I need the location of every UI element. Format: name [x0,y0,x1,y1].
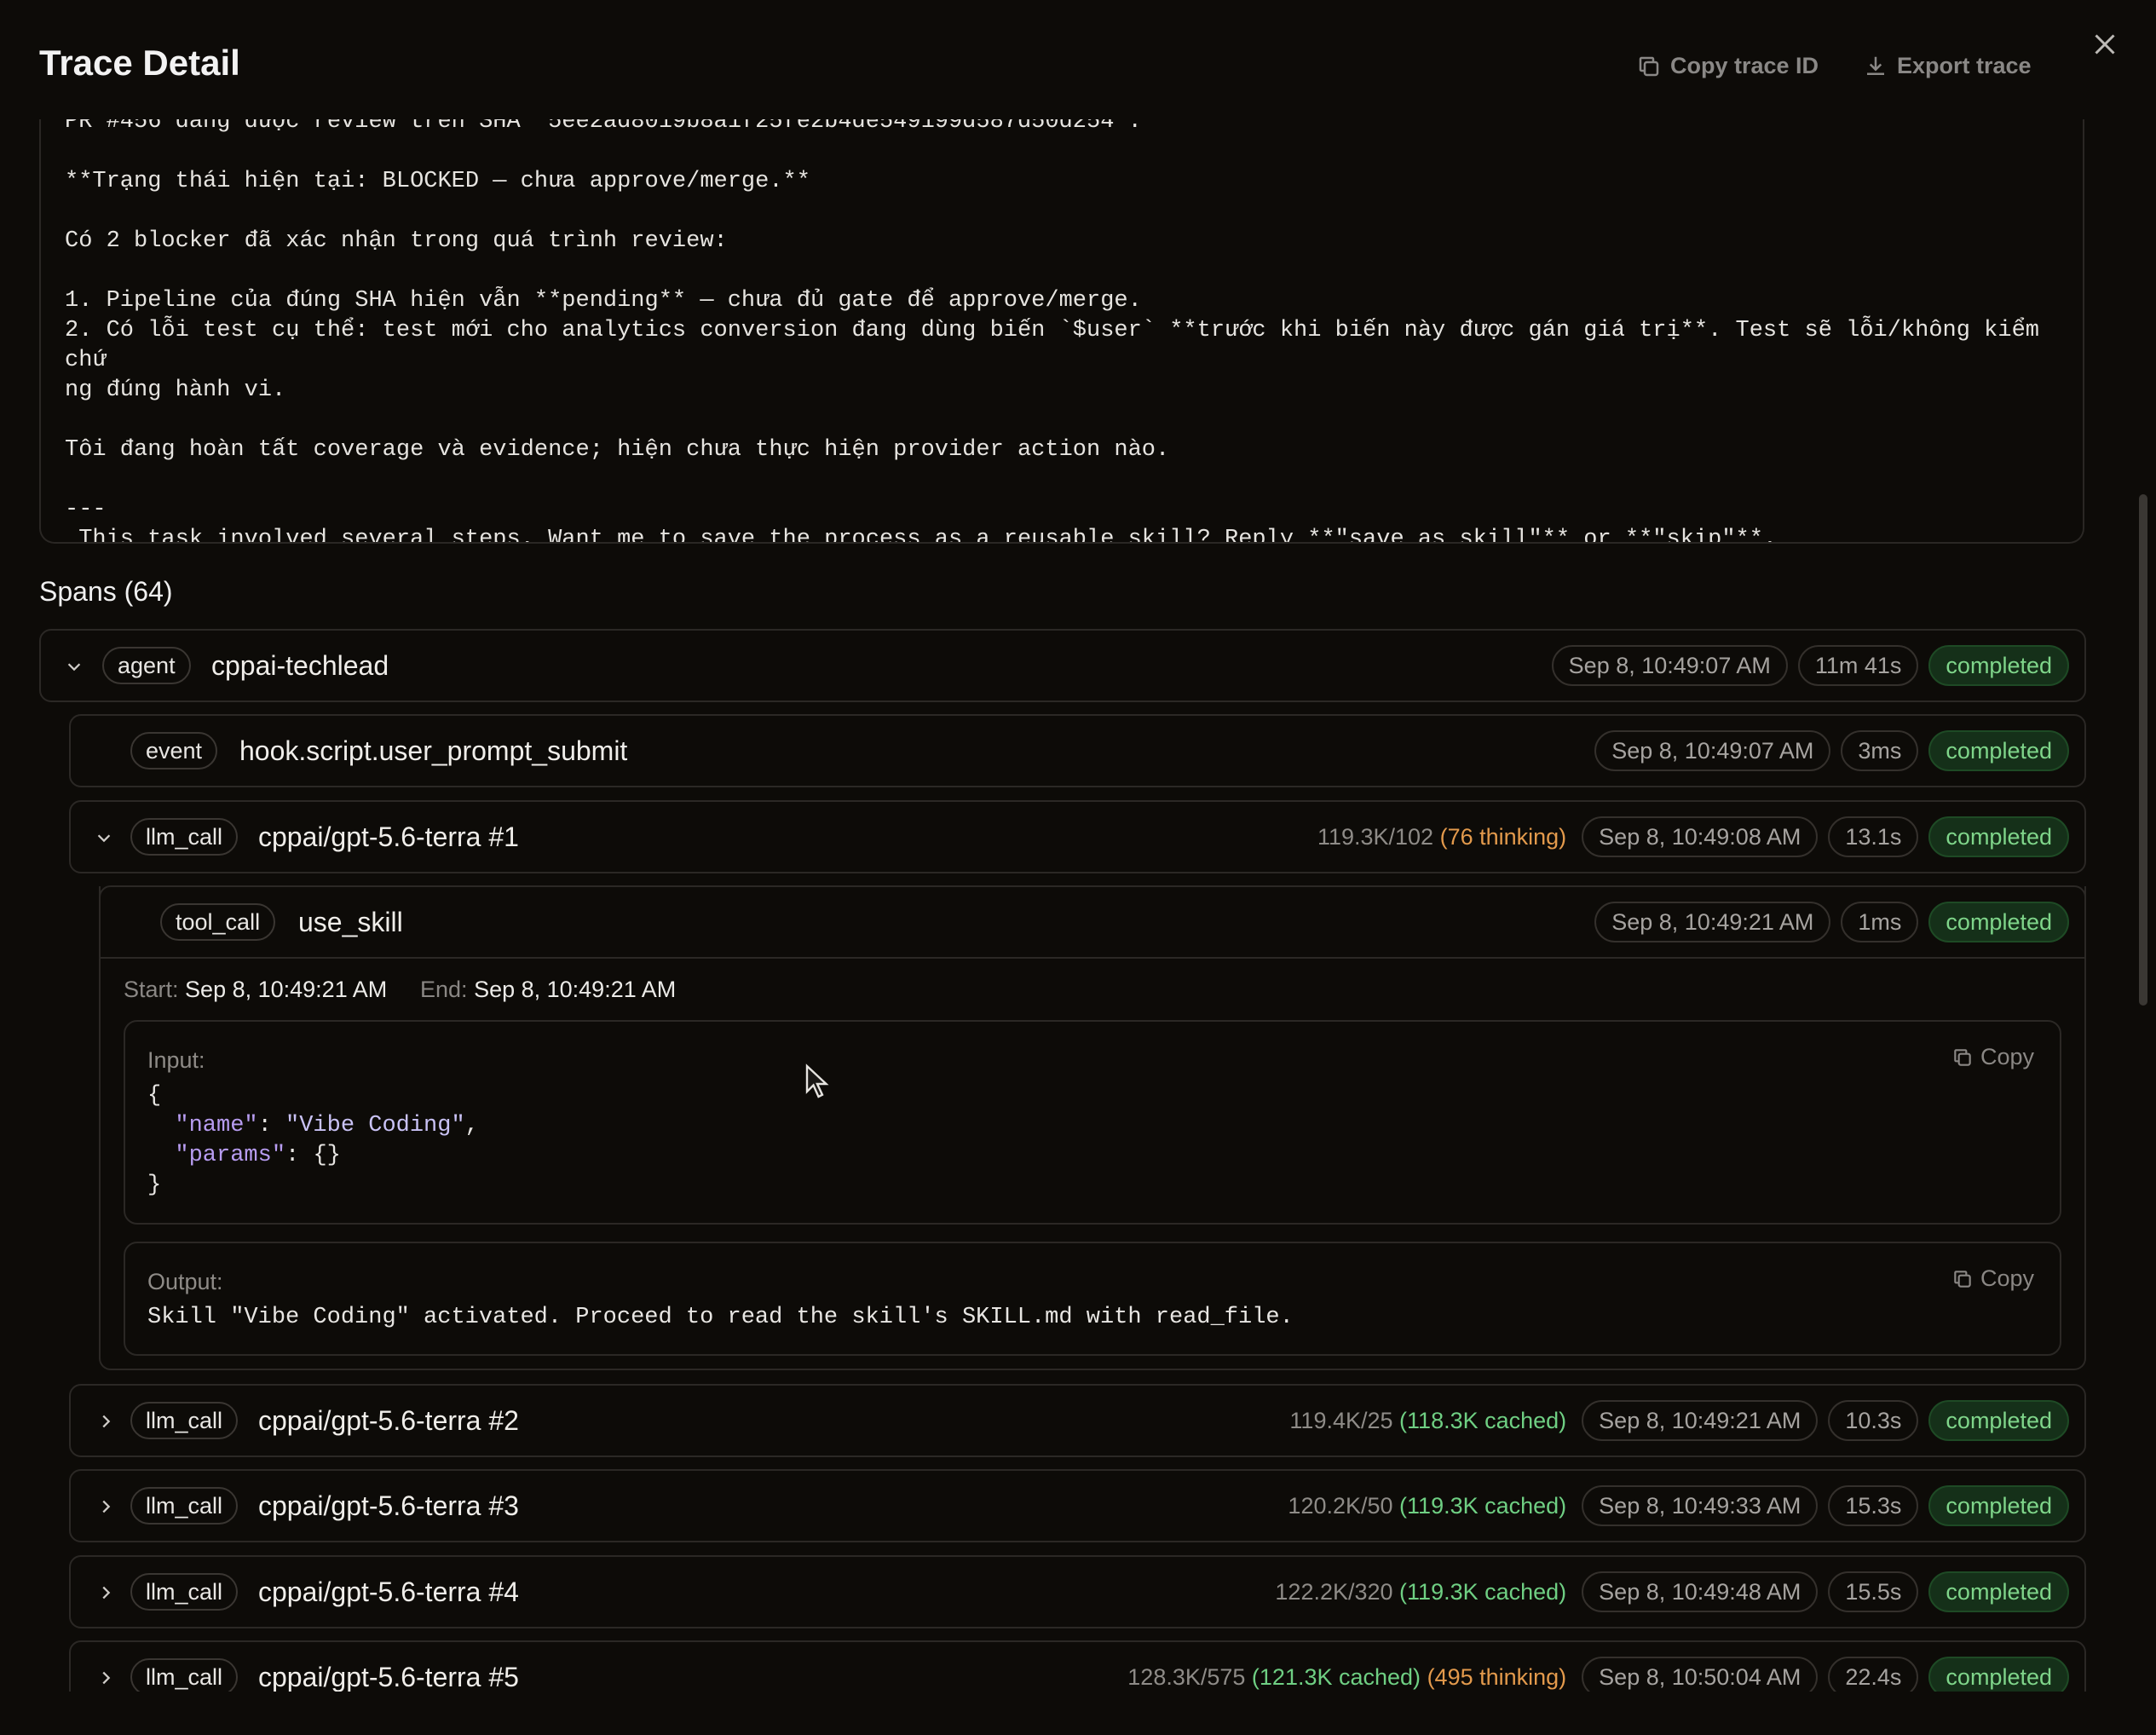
span-row-llm-call-3[interactable]: llm_call cppai/gpt-5.6-terra #3 120.2K/5… [69,1469,2086,1542]
span-name: cppai/gpt-5.6-terra #3 [258,1490,519,1521]
output-label: Output: [147,1269,223,1294]
span-time: Sep 8, 10:49:21 AM [1582,1400,1819,1441]
status-badge: completed [1928,645,2069,686]
status-badge: completed [1928,1571,2069,1612]
span-duration: 11m 41s [1797,645,1919,686]
span-duration: 15.5s [1828,1571,1919,1612]
span-row-agent[interactable]: agent cppai-techlead Sep 8, 10:49:07 AM … [39,629,2086,702]
span-type-badge: llm_call [130,1487,239,1525]
status-badge: completed [1928,902,2069,942]
copy-trace-id-button[interactable]: Copy trace ID [1636,53,1819,79]
span-duration: 22.4s [1828,1657,1919,1692]
spans-heading: Spans (64) [39,576,173,607]
page-title: Trace Detail [39,43,240,83]
span-time: Sep 8, 10:49:21 AM [1594,902,1831,942]
span-type-badge: llm_call [130,1573,239,1611]
span-type-badge: event [130,732,218,770]
final-message-text: PR #456 đang được review trên SHA `5ee2a… [65,119,2054,544]
span-row-llm-call-4[interactable]: llm_call cppai/gpt-5.6-terra #4 122.2K/3… [69,1555,2086,1628]
span-name: cppai/gpt-5.6-terra #2 [258,1405,519,1436]
span-duration: 13.1s [1828,816,1919,857]
span-type-badge: llm_call [130,1658,239,1692]
span-duration: 1ms [1841,902,1919,942]
cursor-icon [805,1063,829,1098]
span-row-llm-call-1[interactable]: llm_call cppai/gpt-5.6-terra #1 119.3K/1… [69,800,2086,873]
span-row-llm-call-5[interactable]: llm_call cppai/gpt-5.6-terra #5 128.3K/5… [69,1640,2086,1692]
span-time: Sep 8, 10:49:08 AM [1582,816,1819,857]
status-badge: completed [1928,816,2069,857]
copy-icon [1954,1048,1971,1066]
span-name: use_skill [298,907,403,937]
span-start: Start: Sep 8, 10:49:21 AM [124,977,388,1002]
span-time: Sep 8, 10:49:07 AM [1551,645,1788,686]
span-type-badge: tool_call [160,903,276,941]
span-name: hook.script.user_prompt_submit [239,735,628,766]
chevron-right-icon[interactable] [96,1583,115,1602]
copy-icon [1639,56,1659,76]
input-json: { "name": "Vibe Coding", "params": {} } [147,1083,479,1198]
chevron-right-icon[interactable] [96,1497,115,1516]
status-badge: completed [1928,730,2069,771]
export-trace-button[interactable]: Export trace [1863,53,2032,79]
span-time: Sep 8, 10:49:48 AM [1582,1571,1819,1612]
chevron-down-icon[interactable] [65,657,84,676]
scrollbar-thumb[interactable] [2139,494,2147,1006]
span-row-event[interactable]: event hook.script.user_prompt_submit Sep… [69,714,2086,787]
span-time: Sep 8, 10:49:33 AM [1582,1485,1819,1526]
span-name: cppai-techlead [211,650,389,681]
span-duration: 3ms [1841,730,1919,771]
span-type-badge: llm_call [130,1402,239,1439]
token-count: 120.2K/50 (119.3K cached) [1288,1492,1567,1519]
copy-input-button[interactable]: Copy [1951,1044,2034,1070]
span-time: Sep 8, 10:49:07 AM [1594,730,1831,771]
span-duration: 10.3s [1828,1400,1919,1441]
span-end: End: Sep 8, 10:49:21 AM [420,977,677,1002]
final-message-panel: PR #456 đang được review trên SHA `5ee2a… [39,119,2084,544]
input-block: Input: Copy { "name": "Vibe Coding", "pa… [124,1020,2061,1225]
span-name: cppai/gpt-5.6-terra #1 [258,821,519,852]
token-count: 122.2K/320 (119.3K cached) [1275,1578,1567,1605]
status-badge: completed [1928,1400,2069,1441]
span-type-badge: agent [102,647,191,684]
span-duration: 15.3s [1828,1485,1919,1526]
close-icon[interactable] [2090,29,2120,60]
span-row-llm-call-5-clip: llm_call cppai/gpt-5.6-terra #5 128.3K/5… [69,1640,2086,1692]
input-label: Input: [147,1047,205,1073]
token-count: 119.3K/102 (76 thinking) [1317,823,1567,850]
copy-output-button[interactable]: Copy [1951,1265,2034,1292]
token-count: 119.4K/25 (118.3K cached) [1289,1407,1567,1433]
copy-icon [1954,1270,1971,1288]
output-text: Skill "Vibe Coding" activated. Proceed t… [147,1305,1294,1330]
export-trace-label: Export trace [1897,53,2032,78]
span-time: Sep 8, 10:50:04 AM [1582,1657,1819,1692]
chevron-right-icon[interactable] [96,1412,115,1431]
output-block: Output: Copy Skill "Vibe Coding" activat… [124,1242,2061,1356]
status-badge: completed [1928,1485,2069,1526]
span-name: cppai/gpt-5.6-terra #4 [258,1576,519,1607]
chevron-down-icon[interactable] [95,828,113,847]
chevron-right-icon[interactable] [96,1669,115,1687]
status-badge: completed [1928,1657,2069,1692]
copy-trace-id-label: Copy trace ID [1670,53,1819,78]
span-type-badge: llm_call [130,818,239,856]
span-row-tool-call[interactable]: tool_call use_skill Sep 8, 10:49:21 AM 1… [99,885,2086,959]
span-name: cppai/gpt-5.6-terra #5 [258,1662,519,1692]
span-row-llm-call-2[interactable]: llm_call cppai/gpt-5.6-terra #2 119.4K/2… [69,1384,2086,1457]
download-icon [1867,56,1884,75]
token-count: 128.3K/575 (121.3K cached) (495 thinking… [1127,1663,1567,1690]
